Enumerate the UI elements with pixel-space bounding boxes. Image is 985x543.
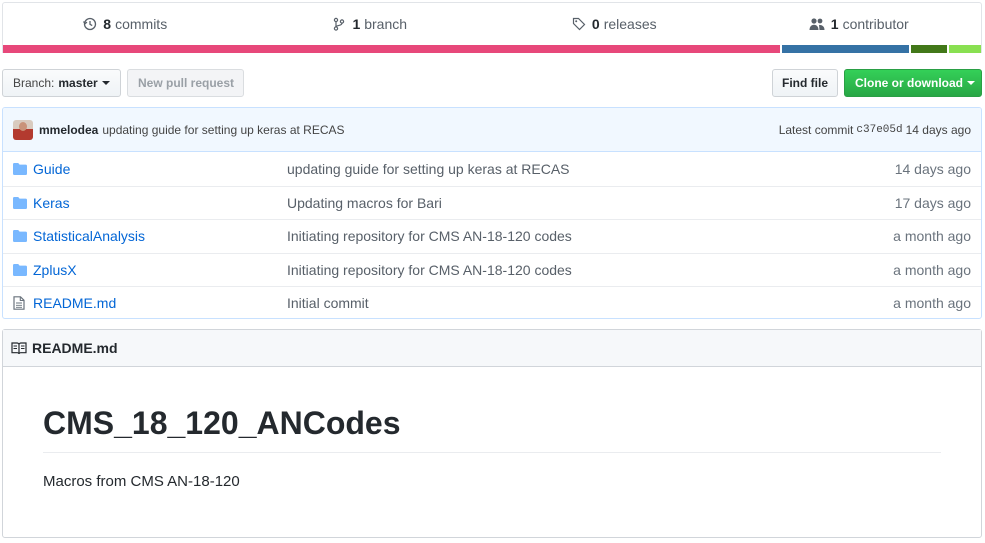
folder-icon (13, 196, 29, 209)
table-row[interactable]: ZplusX Initiating repository for CMS AN-1… (3, 252, 981, 287)
file-commit-message[interactable]: Initial commit (287, 295, 893, 311)
branch-select-button[interactable]: Branch: master (2, 69, 121, 97)
file-list: Guide updating guide for setting up keras… (3, 152, 981, 318)
file-commit-age: a month ago (893, 228, 971, 245)
clone-download-label: Clone or download (855, 76, 963, 90)
branch-prefix: Branch: (13, 76, 55, 90)
repo-summary: 8 commits 1 branch 0 releases 1 contribu… (2, 2, 982, 53)
file-icon (13, 296, 29, 311)
commits-count: 8 (103, 16, 112, 32)
new-pull-request-label: New pull request (138, 76, 235, 90)
readme-box: README.md CMS_18_120_ANCodes Macros from… (2, 329, 982, 538)
language-bar[interactable] (3, 45, 981, 53)
branch-icon (334, 17, 345, 31)
file-browser: mmelodea updating guide for setting up k… (2, 107, 982, 319)
branches-link[interactable]: 1 branch (248, 16, 493, 32)
commits-link[interactable]: 8 commits (3, 16, 248, 32)
chevron-down-icon (967, 81, 975, 85)
language-segment[interactable] (949, 45, 981, 53)
table-row[interactable]: Guide updating guide for setting up keras… (3, 152, 981, 186)
releases-label: releases (603, 16, 657, 32)
people-icon (809, 18, 825, 30)
readme-content: CMS_18_120_ANCodes Macros from CMS AN-18… (3, 367, 981, 490)
contributors-count: 1 (830, 16, 839, 32)
file-name-link[interactable]: Guide (33, 161, 287, 177)
contributors-label: contributor (842, 16, 909, 32)
commits-label: commits (115, 16, 168, 32)
folder-icon (13, 162, 29, 175)
file-commit-message[interactable]: Initiating repository for CMS AN-18-120 … (287, 228, 893, 244)
file-commit-message[interactable]: Initiating repository for CMS AN-18-120 … (287, 262, 893, 278)
file-commit-age: 17 days ago (894, 194, 971, 211)
commit-author[interactable]: mmelodea (39, 123, 98, 137)
file-commit-message[interactable]: updating guide for setting up keras at R… (287, 161, 895, 177)
releases-link[interactable]: 0 releases (492, 16, 737, 32)
branch-name: master (58, 76, 98, 90)
table-row[interactable]: Keras Updating macros for Bari 17 days ago (3, 185, 981, 220)
new-pull-request-button[interactable]: New pull request (127, 69, 244, 97)
folder-icon (13, 263, 29, 276)
file-commit-age: a month ago (893, 295, 971, 312)
language-segment[interactable] (782, 45, 910, 53)
tag-icon (572, 17, 586, 31)
clone-download-button[interactable]: Clone or download (844, 69, 982, 97)
readme-header: README.md (3, 330, 981, 367)
history-icon (83, 17, 97, 31)
readme-filename: README.md (32, 340, 118, 356)
avatar[interactable] (13, 119, 33, 140)
file-name-link[interactable]: README.md (33, 295, 287, 311)
contributors-link[interactable]: 1 contributor (737, 16, 982, 32)
branches-count: 1 (352, 16, 361, 32)
folder-icon (13, 230, 29, 243)
file-name-link[interactable]: Keras (33, 195, 287, 211)
readme-text: Macros from CMS AN-18-120 (43, 473, 240, 490)
branches-label: branch (364, 16, 408, 32)
releases-count: 0 (591, 16, 600, 32)
language-segment[interactable] (3, 45, 781, 53)
file-name-link[interactable]: StatisticalAnalysis (33, 228, 287, 244)
file-commit-age: 14 days ago (894, 160, 971, 177)
book-icon (11, 342, 27, 355)
commit-message[interactable]: updating guide for setting up keras at R… (102, 123, 344, 137)
readme-title: CMS_18_120_ANCodes (43, 405, 941, 453)
table-row[interactable]: StatisticalAnalysis Initiating repository… (3, 219, 981, 253)
language-segment[interactable] (911, 45, 948, 53)
find-file-label: Find file (782, 76, 828, 90)
file-name-link[interactable]: ZplusX (33, 262, 287, 278)
latest-commit-bar: mmelodea updating guide for setting up k… (3, 108, 981, 152)
table-row[interactable]: README.md Initial commit a month ago (3, 286, 981, 318)
latest-commit-label: Latest commit (778, 122, 854, 137)
file-commit-message[interactable]: Updating macros for Bari (287, 195, 895, 211)
chevron-down-icon (101, 81, 110, 85)
file-commit-age: a month ago (893, 261, 971, 278)
commit-age: 14 days ago (905, 122, 971, 137)
find-file-button[interactable]: Find file (772, 69, 838, 97)
commit-sha[interactable]: c37e05d (856, 124, 902, 136)
